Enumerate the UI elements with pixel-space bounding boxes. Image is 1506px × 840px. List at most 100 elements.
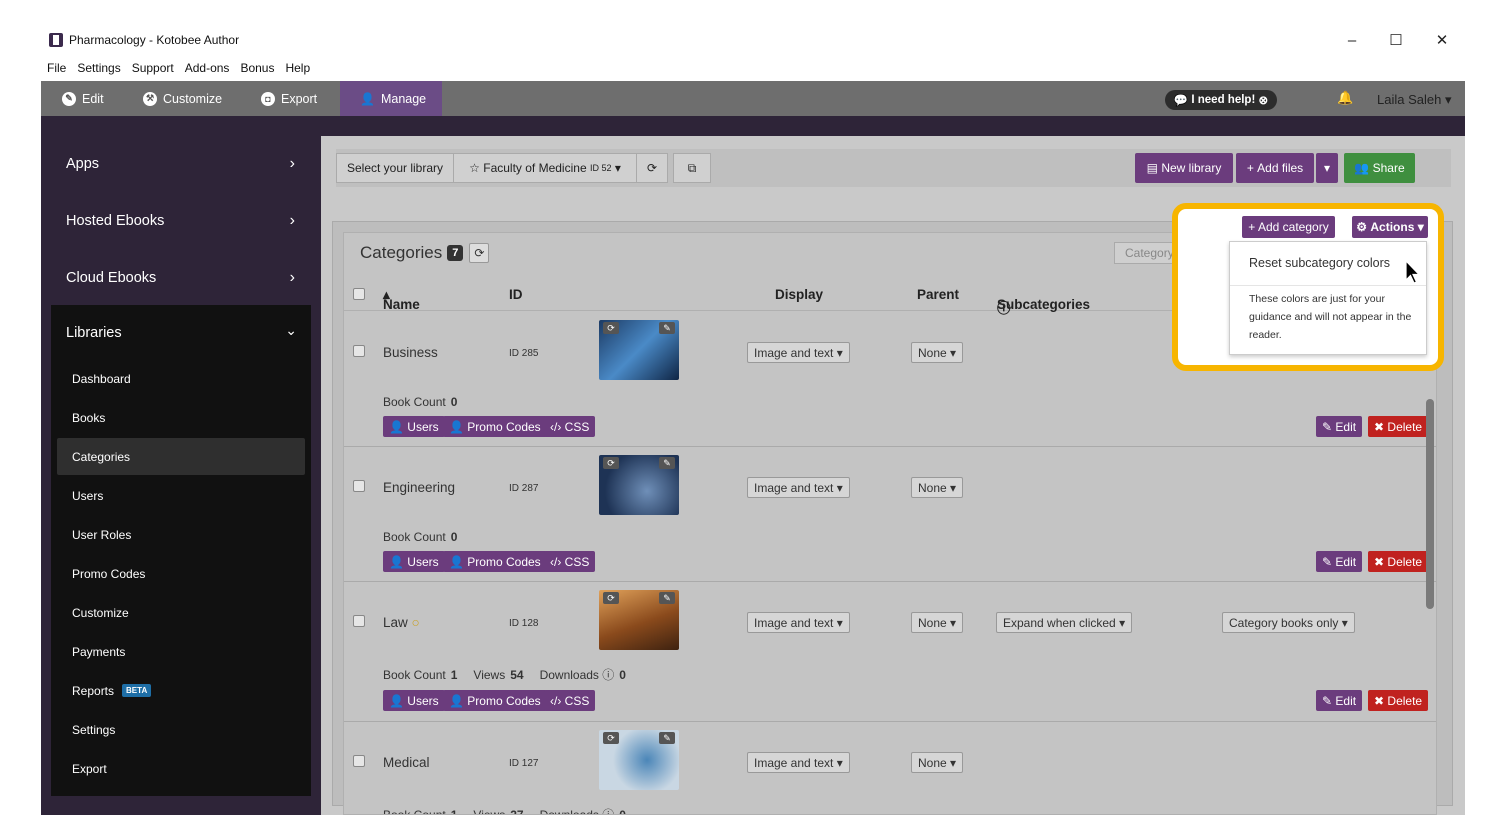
color-circle-icon[interactable]: ○	[412, 615, 420, 630]
categories-count: 7	[447, 245, 464, 261]
parent-select[interactable]: None ▾	[911, 752, 964, 773]
category-thumbnail: ⟳ ✎	[599, 455, 679, 515]
chat-icon: 💬	[1173, 95, 1192, 107]
sidebar-item-payments[interactable]: Payments	[57, 633, 305, 670]
display-select[interactable]: Image and text ▾	[747, 612, 850, 633]
parent-select[interactable]: None ▾	[911, 342, 964, 363]
display-select[interactable]: Image and text ▾	[747, 342, 850, 363]
delete-button[interactable]: ✖ Delete	[1368, 416, 1429, 437]
add-files-button[interactable]: + Add files	[1236, 153, 1314, 183]
menu-file[interactable]: File	[47, 61, 66, 75]
users-button[interactable]: 👤 Users	[383, 416, 445, 437]
display-select[interactable]: Image and text ▾	[747, 477, 850, 498]
actions-button[interactable]: ⚙ Actions ▾	[1352, 216, 1428, 238]
external-link-icon: ⧉	[687, 160, 697, 175]
promo-codes-button[interactable]: 👤 Promo Codes	[443, 690, 547, 711]
sidebar-item-user-roles[interactable]: User Roles	[57, 516, 305, 553]
help-button[interactable]: 💬 I need help! ⊗	[1165, 90, 1277, 110]
sidebar-item-settings[interactable]: Settings	[57, 711, 305, 748]
users-button[interactable]: 👤 Users	[383, 690, 445, 711]
sidebar-item-dashboard[interactable]: Dashboard	[57, 360, 305, 397]
category-thumbnail: ⟳ ✎	[599, 590, 679, 650]
menu-addons[interactable]: Add-ons	[185, 61, 230, 75]
sidebar-item-hosted-ebooks[interactable]: Hosted Ebooks ›	[51, 193, 311, 248]
display-select[interactable]: Image and text ▾	[747, 752, 850, 773]
sidebar-item-promo-codes[interactable]: Promo Codes	[57, 555, 305, 592]
tab-export[interactable]: ◘ Export	[261, 81, 317, 116]
maximize-icon[interactable]: ☐	[1373, 25, 1419, 55]
add-category-button[interactable]: + Add category	[1242, 216, 1335, 238]
chevron-down-icon: ⌄	[285, 322, 297, 338]
refresh-icon[interactable]: ⟳	[603, 322, 619, 334]
close-icon[interactable]: ✕	[1419, 25, 1465, 55]
row-checkbox[interactable]	[353, 480, 365, 492]
app-logo-icon	[49, 33, 63, 47]
edit-button[interactable]: ✎ Edit	[1316, 551, 1363, 572]
refresh-icon[interactable]: ⟳	[603, 592, 619, 604]
subcategories-select[interactable]: Expand when clicked ▾	[996, 612, 1133, 633]
column-name[interactable]: Name ▴	[383, 287, 420, 312]
pencil-icon: ✎	[62, 91, 76, 106]
user-menu[interactable]: Laila Saleh ▾	[1377, 92, 1451, 108]
promo-codes-button[interactable]: 👤 Promo Codes	[443, 551, 547, 572]
share-button[interactable]: 👥 Share	[1344, 153, 1415, 183]
column-parent: Parent	[917, 287, 960, 302]
promo-codes-button[interactable]: 👤 Promo Codes	[443, 416, 547, 437]
edit-image-icon[interactable]: ✎	[659, 322, 675, 334]
categories-title: Categories 7 ⟳	[360, 243, 490, 263]
books-view-select[interactable]: Category books only ▾	[1222, 612, 1355, 633]
row-checkbox[interactable]	[353, 615, 365, 627]
tab-manage[interactable]: 👤 Manage	[340, 81, 442, 116]
sidebar-item-users[interactable]: Users	[57, 477, 305, 514]
scrollbar[interactable]	[1426, 399, 1434, 609]
edit-button[interactable]: ✎ Edit	[1316, 690, 1363, 711]
refresh-icon[interactable]: ⟳	[603, 732, 619, 744]
category-id: ID 128	[509, 618, 539, 629]
sidebar-item-export[interactable]: Export	[57, 750, 305, 787]
row-checkbox[interactable]	[353, 345, 365, 357]
row-checkbox[interactable]	[353, 755, 365, 767]
menu-support[interactable]: Support	[132, 61, 174, 75]
sidebar-item-customize[interactable]: Customize	[57, 594, 305, 631]
refresh-library-button[interactable]: ⟳	[636, 153, 668, 183]
refresh-icon[interactable]: ⟳	[469, 243, 490, 263]
open-external-button[interactable]: ⧉	[673, 153, 711, 183]
library-icon: ▤	[1146, 161, 1162, 175]
sidebar-item-books[interactable]: Books	[57, 399, 305, 436]
tab-customize[interactable]: ⚒ Customize	[143, 81, 222, 116]
delete-button[interactable]: ✖ Delete	[1368, 690, 1429, 711]
css-button[interactable]: ‹/› CSS	[544, 551, 596, 572]
select-all-checkbox[interactable]	[353, 288, 365, 300]
bell-icon[interactable]: 🔔	[1337, 90, 1353, 106]
minimize-icon[interactable]: –	[1329, 25, 1375, 55]
sidebar-item-reports[interactable]: Reports BETA	[57, 672, 305, 709]
sidebar-item-categories[interactable]: Categories	[57, 438, 305, 475]
css-button[interactable]: ‹/› CSS	[544, 416, 596, 437]
sidebar-item-apps[interactable]: Apps ›	[51, 136, 311, 191]
edit-button[interactable]: ✎ Edit	[1316, 416, 1363, 437]
category-thumbnail: ⟳ ✎	[599, 320, 679, 380]
menu-bonus[interactable]: Bonus	[240, 61, 274, 75]
menu-help[interactable]: Help	[285, 61, 310, 75]
parent-select[interactable]: None ▾	[911, 477, 964, 498]
users-button[interactable]: 👤 Users	[383, 551, 445, 572]
edit-image-icon[interactable]: ✎	[659, 457, 675, 469]
edit-image-icon[interactable]: ✎	[659, 592, 675, 604]
tab-edit[interactable]: ✎ Edit	[62, 81, 104, 116]
export-icon: ◘	[261, 91, 275, 106]
add-files-dropdown[interactable]: ▾	[1316, 153, 1338, 183]
refresh-icon[interactable]: ⟳	[603, 457, 619, 469]
new-library-button[interactable]: ▤ New library	[1135, 153, 1233, 183]
sidebar-item-libraries[interactable]: Libraries ⌄	[51, 305, 311, 360]
reset-subcategory-colors-item[interactable]: Reset subcategory colors	[1249, 256, 1390, 270]
delete-button[interactable]: ✖ Delete	[1368, 551, 1429, 572]
close-icon: ✖	[1374, 693, 1385, 708]
library-select[interactable]: ☆ Faculty of Medicine ID 52 ▾	[453, 153, 637, 183]
menu-settings[interactable]: Settings	[77, 61, 120, 75]
parent-select[interactable]: None ▾	[911, 612, 964, 633]
category-thumbnail: ⟳ ✎	[599, 730, 679, 790]
css-button[interactable]: ‹/› CSS	[544, 690, 596, 711]
edit-image-icon[interactable]: ✎	[659, 732, 675, 744]
sidebar-item-cloud-ebooks[interactable]: Cloud Ebooks ›	[51, 250, 311, 305]
share-user-icon: 👥	[1354, 161, 1373, 175]
